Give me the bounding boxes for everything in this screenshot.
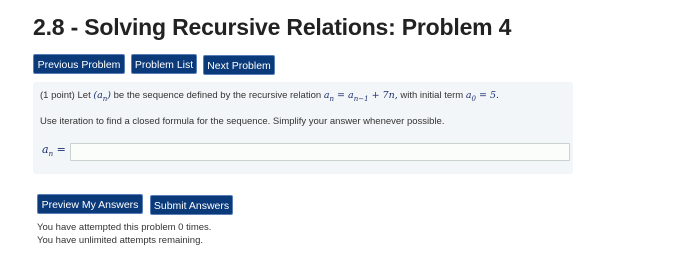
problem-instruction: Use iteration to find a closed formula f… [40,116,445,127]
middle-text: be the sequence defined by the recursive… [113,90,322,101]
previous-problem-button[interactable]: Previous Problem [33,54,125,74]
initial-term: a0 = 5. [465,90,500,103]
initial-text: with initial term [400,90,464,101]
answer-input[interactable] [70,143,570,161]
intro-text: Let [77,90,91,101]
attempts-remaining: You have unlimited attempts remaining. [37,235,203,246]
sequence-symbol: (an) [93,90,111,103]
problem-list-button[interactable]: Problem List [131,54,197,74]
webwork-problem-page: 2.8 - Solving Recursive Relations: Probl… [0,0,700,264]
problem-statement: (1 point) Let (an) be the sequence defin… [40,90,499,103]
answer-label: an = [42,143,66,159]
recursive-relation: an = an−1 + 7n, [323,90,398,103]
attempts-status: You have attempted this problem 0 times. [37,222,212,233]
points-label: (1 point) [40,90,75,101]
page-title: 2.8 - Solving Recursive Relations: Probl… [33,14,512,40]
next-problem-button[interactable]: Next Problem [203,55,275,75]
preview-answers-button[interactable]: Preview My Answers [37,194,143,214]
submit-answers-button[interactable]: Submit Answers [150,195,233,215]
